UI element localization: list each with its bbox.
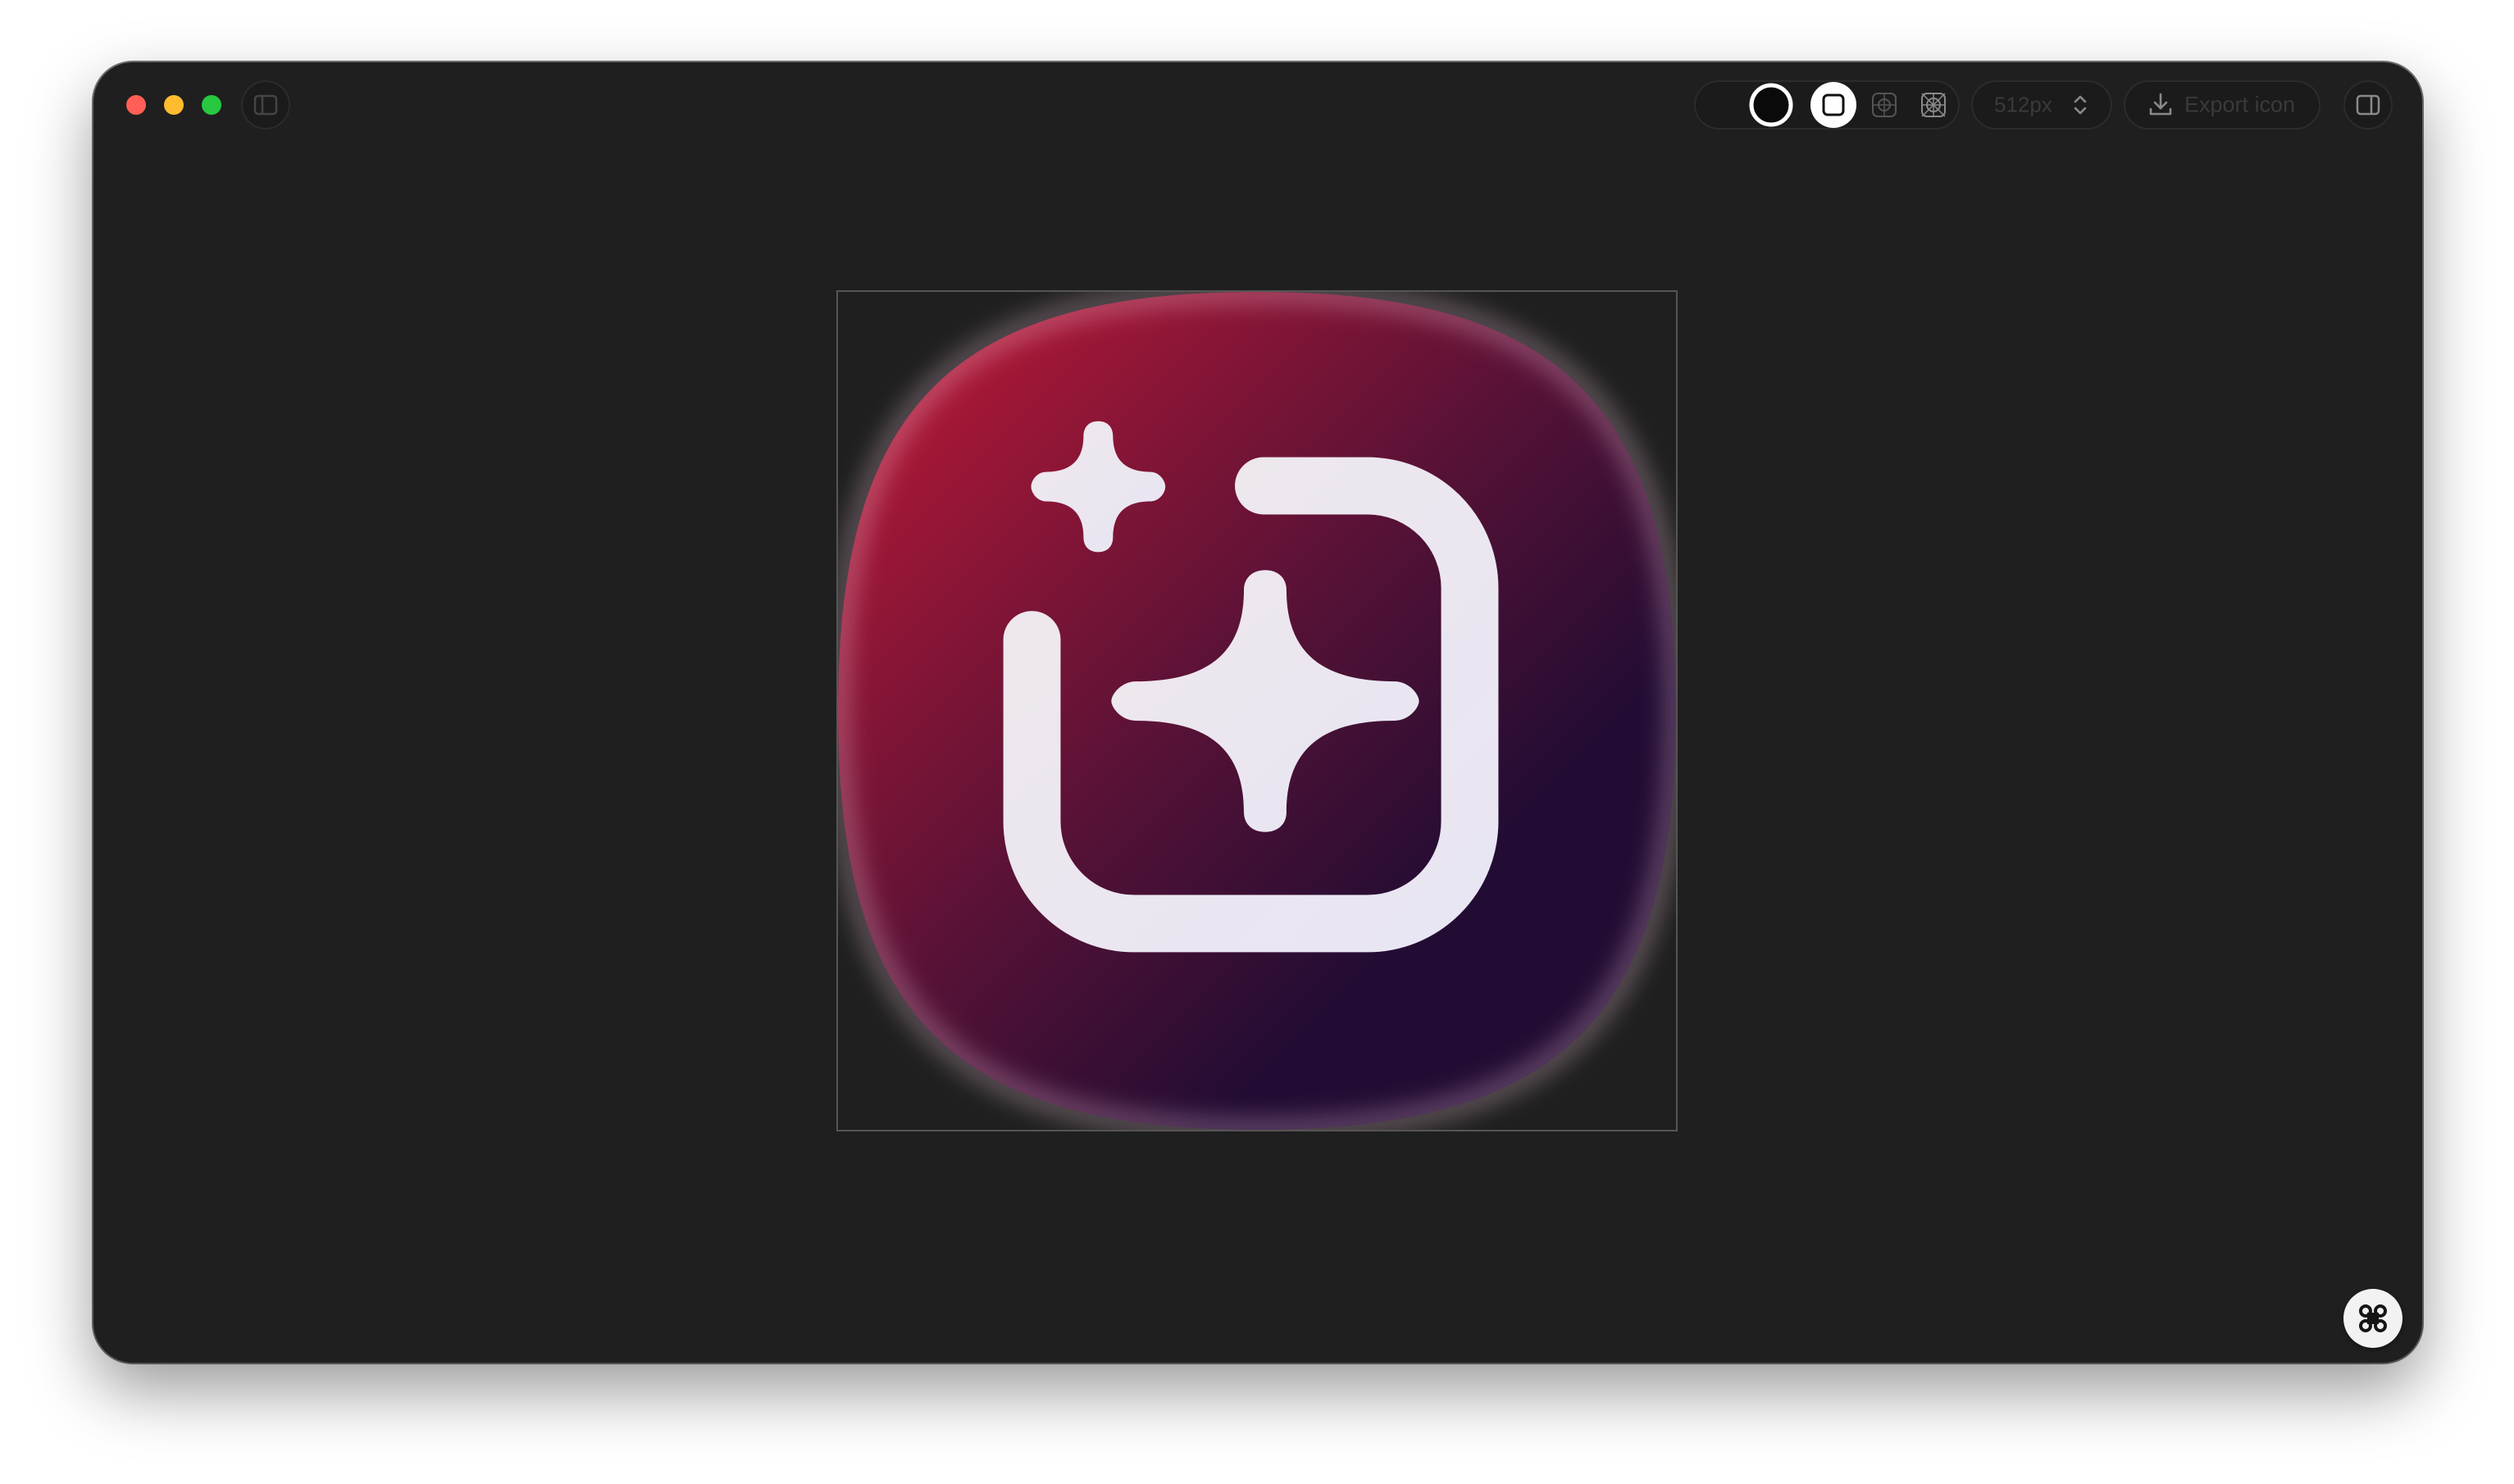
chevron-up-down-icon	[2071, 93, 2089, 117]
app-window: 512px Export icon	[93, 62, 2422, 1363]
minimize-window-button[interactable]	[164, 95, 184, 115]
grid-guide-icon	[1872, 93, 1897, 117]
shape-option-grid[interactable]	[1870, 91, 1898, 119]
icon-grid-guide-icon	[1921, 93, 1946, 117]
circle-shape-icon	[1749, 83, 1793, 127]
zoom-window-button[interactable]	[202, 95, 221, 115]
sidebar-right-icon	[2356, 94, 2380, 116]
icon-size-value: 512px	[1994, 92, 2052, 117]
icon-size-select[interactable]: 512px	[1971, 80, 2112, 130]
command-button[interactable]	[2343, 1289, 2402, 1348]
export-icon-button[interactable]: Export icon	[2124, 80, 2320, 130]
shape-option-circle[interactable]	[1747, 80, 1796, 130]
app-icon-preview	[838, 292, 1676, 1130]
shape-option-rounded-square[interactable]	[1809, 80, 1858, 130]
sidebar-left-icon	[253, 94, 278, 116]
close-window-button[interactable]	[126, 95, 146, 115]
icon-canvas	[836, 290, 1678, 1131]
toggle-left-sidebar-button[interactable]	[241, 80, 290, 130]
shape-option-icon-grid[interactable]	[1920, 91, 1947, 119]
command-icon	[2359, 1304, 2387, 1332]
rounded-square-shape-icon	[1810, 82, 1856, 128]
download-icon	[2149, 93, 2172, 116]
toggle-right-sidebar-button[interactable]	[2343, 80, 2393, 130]
shape-selector	[1694, 80, 1960, 130]
export-icon-label: Export icon	[2184, 92, 2296, 117]
